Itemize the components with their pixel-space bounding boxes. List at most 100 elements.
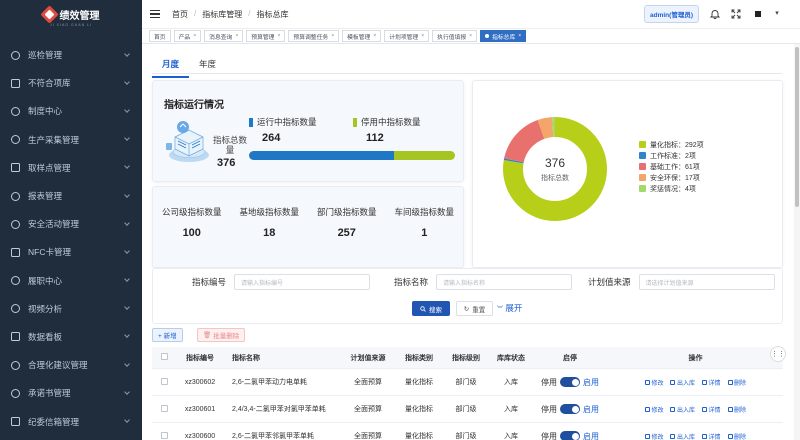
app-logo[interactable]: 绩效管理 JI XIAO GUAN LI xyxy=(0,0,142,34)
tab-2[interactable]: 消息查询 × xyxy=(204,30,244,42)
source-select[interactable]: 请选择计划值来源 xyxy=(638,274,775,290)
edit-action[interactable]: 修改 xyxy=(644,378,663,387)
tab-3[interactable]: 预算管理 × xyxy=(246,30,286,42)
menu-toggle-icon[interactable] xyxy=(150,10,160,18)
tab-monthly[interactable]: 月度 xyxy=(152,52,190,78)
sidebar-item[interactable]: 取样点管理 xyxy=(0,154,142,182)
legend-item[interactable]: 奖惩情况：4项 xyxy=(639,183,704,194)
legend-label: 基础工作：61项 xyxy=(650,163,700,171)
code-input[interactable]: 请输入指标编号 xyxy=(234,274,371,290)
status-toggle-group: 停用 启用 xyxy=(532,377,608,388)
more-icon[interactable]: ▾ xyxy=(772,9,782,19)
toggle-on-label: 启用 xyxy=(583,404,599,414)
chevron-down-icon xyxy=(124,50,130,57)
status-toggle[interactable] xyxy=(560,431,580,440)
sidebar-item[interactable]: 不符合项库 xyxy=(0,69,142,97)
sidebar-item[interactable]: 安全活动管理 xyxy=(0,210,142,238)
bell-icon[interactable] xyxy=(709,9,721,20)
close-icon[interactable]: × xyxy=(421,33,424,39)
status-toggle-cell: 停用 启用 xyxy=(532,431,608,440)
detail-action[interactable]: 详情 xyxy=(702,378,721,387)
tab-6[interactable]: 计划项管理 × xyxy=(384,30,430,42)
breadcrumb-library[interactable]: 指标库管理 xyxy=(202,9,242,20)
close-icon[interactable]: × xyxy=(518,33,521,39)
stock-action[interactable]: 出入库 xyxy=(670,405,695,414)
detail-action[interactable]: 详情 xyxy=(702,432,721,440)
breadcrumb-home[interactable]: 首页 xyxy=(172,9,188,20)
tab-bar: 首页 产品 × 消息查询 × 预算管理 × 预算调整任务 × 模板管理 × 计划项管理 × 执行值填报 × 指… xyxy=(142,29,800,44)
source-label: 计划值来源 xyxy=(588,277,631,287)
close-icon[interactable]: × xyxy=(235,33,238,39)
page-scrollbar-thumb[interactable] xyxy=(795,47,799,207)
toggle-off-label: 停用 xyxy=(541,377,557,387)
close-icon[interactable]: × xyxy=(277,33,280,39)
stock-action[interactable]: 出入库 xyxy=(670,378,695,387)
checkbox-icon xyxy=(160,404,168,412)
delete-action[interactable]: 删除 xyxy=(727,378,746,387)
page-scrollbar[interactable] xyxy=(794,44,800,440)
tab-4[interactable]: 预算调整任务 × xyxy=(288,30,340,42)
legend-item[interactable]: 量化指标：292项 xyxy=(639,139,704,150)
sidebar-item[interactable]: 承诺书管理 xyxy=(0,379,142,407)
stop-icon[interactable] xyxy=(755,11,761,17)
sidebar-item[interactable]: 履职中心 xyxy=(0,267,142,295)
sidebar-item[interactable]: 报表管理 xyxy=(0,182,142,210)
name-input[interactable]: 请输入指标名称 xyxy=(436,274,573,290)
sidebar-item[interactable]: 巡检管理 xyxy=(0,41,142,69)
main-content: 月度 年度 指标运行情况 指标总数量 376 运行中指标数量 264 停用中指标… xyxy=(142,44,794,440)
status-toggle[interactable] xyxy=(560,404,580,414)
edit-action[interactable]: 修改 xyxy=(644,405,663,414)
edit-action[interactable]: 修改 xyxy=(644,432,664,440)
close-icon[interactable]: × xyxy=(331,33,334,39)
stock-action[interactable]: 出入库 xyxy=(670,432,695,440)
book-icon xyxy=(11,388,20,398)
edit-icon xyxy=(644,406,650,412)
sidebar-item[interactable]: 合理化建议管理 xyxy=(0,351,142,379)
overview-title: 指标运行情况 xyxy=(164,100,224,111)
sidebar-item[interactable]: 制度中心 xyxy=(0,97,142,125)
delete-icon xyxy=(727,379,733,385)
edit-label: 修改 xyxy=(651,434,664,440)
tab-yearly[interactable]: 年度 xyxy=(189,52,226,78)
level-value: 257 xyxy=(337,227,356,239)
tab-5[interactable]: 模板管理 × xyxy=(342,30,382,42)
sidebar-item[interactable]: NFC卡管理 xyxy=(0,238,142,266)
tab-0[interactable]: 首页 xyxy=(149,30,171,42)
tab-8[interactable]: 指标总库 × xyxy=(480,30,527,42)
chevron-down-icon xyxy=(124,163,130,170)
add-button[interactable]: + 新增 xyxy=(152,328,183,342)
sidebar-item[interactable]: 视频分析 xyxy=(0,295,142,323)
expand-toggle[interactable]: ︾ 展开 xyxy=(497,302,522,314)
legend-item[interactable]: 基础工作：61项 xyxy=(639,161,704,172)
sidebar-item[interactable]: 纪委信箱管理 xyxy=(0,407,142,435)
close-icon[interactable]: × xyxy=(373,33,376,39)
search-button[interactable]: 搜索 xyxy=(412,301,450,316)
tab-7[interactable]: 执行值填报 × xyxy=(432,30,478,42)
detail-action[interactable]: 详情 xyxy=(702,405,721,414)
user-badge[interactable]: admin(管理员) xyxy=(644,5,699,23)
legend-item[interactable]: 安全环保：17项 xyxy=(639,172,704,183)
sidebar-item[interactable]: 数据看板 xyxy=(0,323,142,351)
checkbox-icon xyxy=(160,353,168,360)
columns-icon[interactable]: ⋮⋮ xyxy=(770,346,786,362)
select-all-checkbox[interactable] xyxy=(152,353,176,362)
batch-delete-button[interactable]: 🗑 批量删除 xyxy=(197,328,246,342)
sidebar-item-label: 安全活动管理 xyxy=(28,219,80,230)
tab-1[interactable]: 产品 × xyxy=(173,30,202,42)
sidebar-item-label: 巡检管理 xyxy=(28,50,63,61)
column-header: 指标级别 xyxy=(452,354,480,362)
sidebar-item[interactable]: 生产采集管理 xyxy=(0,126,142,154)
row-checkbox[interactable] xyxy=(152,404,176,414)
status-toggle-group: 停用 启用 xyxy=(532,431,608,440)
code-label: 指标编号 xyxy=(192,277,227,287)
reset-button[interactable]: ↻ 重置 xyxy=(456,301,493,316)
delete-action[interactable]: 删除 xyxy=(727,405,746,414)
fullscreen-icon[interactable] xyxy=(731,9,741,19)
legend-item[interactable]: 工作标准：2项 xyxy=(639,150,704,161)
row-checkbox[interactable] xyxy=(152,377,176,387)
status-toggle[interactable] xyxy=(560,377,580,387)
row-checkbox[interactable] xyxy=(152,431,176,440)
close-icon[interactable]: × xyxy=(469,33,472,39)
delete-action[interactable]: 删除 xyxy=(727,432,746,440)
close-icon[interactable]: × xyxy=(193,33,196,39)
